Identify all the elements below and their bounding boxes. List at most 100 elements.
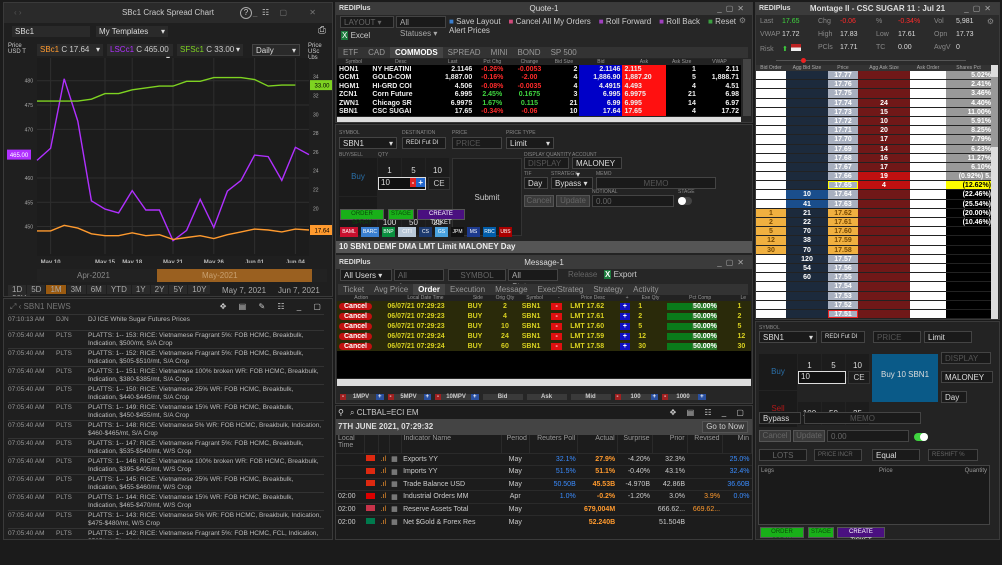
ladder-row[interactable]: 17.77 5.02% — [756, 71, 993, 81]
quick-bid[interactable]: Bid — [482, 394, 523, 400]
news-item[interactable]: 07:05:40 AM PLTS PLATTS: 1-- 145: RICE: Vi… — [8, 474, 324, 492]
order-row[interactable]: Cancel 06/07/21 07:29:23 BUY 2 SBN1 - LMT 17.6… — [337, 301, 751, 311]
quick-1mpv[interactable]: -1MPV + — [340, 394, 384, 400]
symbol-input[interactable]: SBc1 — [12, 26, 90, 37]
tab-mini[interactable]: MINI — [486, 47, 513, 58]
price-input[interactable]: PRICE — [873, 331, 921, 343]
ladder-row[interactable]: 41 17.63 (25.54%) — [756, 199, 993, 209]
price[interactable]: 17.70 — [828, 135, 858, 144]
ladder-row[interactable]: 17.51 — [756, 309, 993, 319]
ladder-row[interactable]: 17.65 4 (12.62%) — [756, 181, 993, 191]
indicator-row[interactable]: .ıl ▦ Trade Balance USD May 50.50B 45.53B -4.9… — [336, 478, 752, 491]
quick-10mpv[interactable]: -10MPV + — [435, 394, 479, 400]
symbol-select[interactable]: SBN1 ▾ — [339, 137, 397, 149]
window-controls[interactable]: _▢✕ — [717, 3, 748, 15]
destination-select[interactable]: REDI Fut DI — [821, 331, 865, 343]
price[interactable]: 17.59 — [828, 236, 858, 245]
strategy-select[interactable]: Bypass ▾ — [551, 177, 593, 189]
quote-row[interactable]: HON1 NY HEATINI 2.1146 -0.26% -0.0053 2 2.1146… — [337, 65, 741, 74]
news-item[interactable]: 07:10:13 AM DJN DJ ICE White Sugar Futures… — [8, 314, 324, 330]
link-icon[interactable]: ⚲ — [338, 406, 344, 419]
column-header[interactable]: Local Time — [336, 435, 365, 453]
create-ticket-button[interactable]: CREATE TICKET — [837, 527, 885, 539]
quote-row[interactable]: HGM1 HI-GRD COI 4.506 -0.08% -0.0035 4 4.4915 4… — [337, 82, 741, 91]
ce-button[interactable]: CE — [848, 371, 870, 384]
ladder-row[interactable]: 17.53 — [756, 291, 993, 301]
toolbar-button-save-layout[interactable]: ■ Save Layout — [449, 17, 501, 26]
window-controls[interactable]: _▢✕ — [717, 257, 748, 269]
range-button-20Y[interactable]: 20Y — [8, 294, 31, 296]
increment-icon[interactable]: + — [650, 394, 659, 400]
cancel-button[interactable]: Cancel — [339, 312, 372, 320]
price[interactable]: 17.71 — [828, 126, 858, 135]
submit-button[interactable]: Submit — [452, 158, 522, 236]
horizontal-scrollbar[interactable] — [337, 379, 751, 386]
column-header[interactable] — [364, 435, 380, 453]
decrement-price-button[interactable]: - — [551, 312, 562, 320]
tab-message[interactable]: Message — [490, 284, 532, 295]
tab-execution[interactable]: Execution — [445, 284, 490, 295]
stage-toggle[interactable] — [678, 197, 692, 205]
price[interactable]: 17.56 — [828, 263, 858, 273]
tab-exec-strateg[interactable]: Exec/Strateg — [533, 284, 589, 295]
tab-bond[interactable]: BOND — [512, 47, 545, 58]
column-header[interactable]: Min — [722, 435, 752, 453]
order-spray-button[interactable]: ORDER SPRAY — [340, 209, 384, 226]
cancel-button[interactable]: Cancel — [759, 430, 791, 442]
broker-button-barc[interactable]: BARC — [361, 227, 379, 237]
decrement-price-button[interactable]: - — [551, 342, 562, 350]
price[interactable]: 17.73 — [828, 107, 858, 116]
notional-input[interactable]: 0.00 — [592, 195, 674, 207]
quick-100[interactable]: -100 + — [614, 394, 659, 400]
news-item[interactable]: 07:05:40 AM PLTS PLATTS: 1-- 151: RICE: Vi… — [8, 366, 324, 384]
order-spray-button[interactable]: ORDER SPRAY — [760, 527, 804, 539]
account-select[interactable]: MALONEY — [941, 371, 993, 383]
cancel-button[interactable]: Cancel — [339, 302, 372, 310]
window-controls[interactable]: _▢✕ — [964, 3, 995, 15]
ladder-row[interactable]: 17.52 — [756, 300, 993, 310]
ladder-row[interactable]: 17.74 24 4.40% — [756, 98, 993, 108]
quote-row[interactable]: ZWN1 Chicago SR 6.9975 1.67% 0.115 21 6.99 6.99… — [337, 99, 741, 108]
toolbar-button-roll-forward[interactable]: ■ Roll Forward — [599, 17, 651, 26]
leg-ratio-select[interactable]: Equal — [872, 449, 920, 461]
memo-input[interactable]: MEMO — [596, 177, 716, 189]
broker-button-rbc[interactable]: RBC — [483, 227, 496, 237]
news-toolbar-icons[interactable]: ✥ ▤ ✎ ☷ _ ▢ — [220, 299, 326, 314]
news-item[interactable]: 07:05:40 AM PLTS PLATTS: 1-- 147: RICE: Vi… — [8, 438, 324, 456]
stage-toggle[interactable] — [914, 433, 928, 441]
news-item[interactable]: 07:05:40 AM PLTS PLATTS: 1-- 150: RICE: Vi… — [8, 384, 324, 402]
broker-button-bnp[interactable]: BNP — [382, 227, 395, 237]
legend-item[interactable]: LSCc1 C 465.00▾ — [107, 44, 173, 63]
column-header[interactable]: Actual — [577, 435, 618, 453]
export-button[interactable]: X Export — [604, 270, 637, 279]
release-button[interactable]: Release — [568, 270, 597, 279]
broker-button-jpm[interactable]: JPM — [451, 227, 464, 237]
range-button-5D[interactable]: 5D — [27, 285, 46, 294]
buy-button[interactable]: Buy — [339, 158, 377, 196]
news-item[interactable]: 07:05:40 AM PLTS PLATTS: 1-- 144: RICE: Vi… — [8, 492, 324, 510]
price[interactable]: 17.75 — [828, 89, 858, 98]
order-row[interactable]: Cancel 06/07/21 07:29:23 BUY 4 SBN1 - LMT 17.6… — [337, 311, 751, 321]
go-to-now-button[interactable]: Go to Now — [702, 421, 748, 433]
memo-input[interactable]: MEMO — [804, 412, 921, 424]
ladder-row[interactable]: 17.54 — [756, 282, 993, 292]
indicator-row[interactable]: 02:00 .ıl ▦ Reserve Assets Total May 679,004M… — [336, 503, 752, 516]
buy-button[interactable]: Buy — [759, 354, 797, 390]
ladder-row[interactable]: 17.73 15 11.00% — [756, 107, 993, 117]
quick-ask[interactable]: Ask — [526, 394, 567, 400]
column-header[interactable]: Revised — [687, 435, 723, 453]
expand-icon[interactable]: ⤢ — [10, 302, 16, 311]
qty-input[interactable]: 10- + — [378, 177, 426, 190]
settings-icon[interactable]: ⚙ — [739, 16, 746, 25]
ladder-row[interactable]: 1 21 17.62 (20.00%) — [756, 208, 993, 218]
layout-select[interactable]: LAYOUT ▾ — [340, 16, 394, 28]
ladder-row[interactable]: 17.76 2.41% — [756, 80, 993, 90]
price[interactable]: 17.57 — [828, 254, 858, 263]
buy-submit-button[interactable]: Buy 10 SBN1 — [872, 354, 938, 402]
tab-spread[interactable]: SPREAD — [443, 47, 486, 58]
price[interactable]: 17.60 — [828, 227, 858, 236]
tab-ticket[interactable]: Ticket — [338, 284, 369, 295]
range-button-YTD[interactable]: YTD — [106, 285, 131, 294]
price[interactable]: 17.54 — [828, 282, 858, 291]
price[interactable]: 17.55 — [828, 273, 858, 282]
